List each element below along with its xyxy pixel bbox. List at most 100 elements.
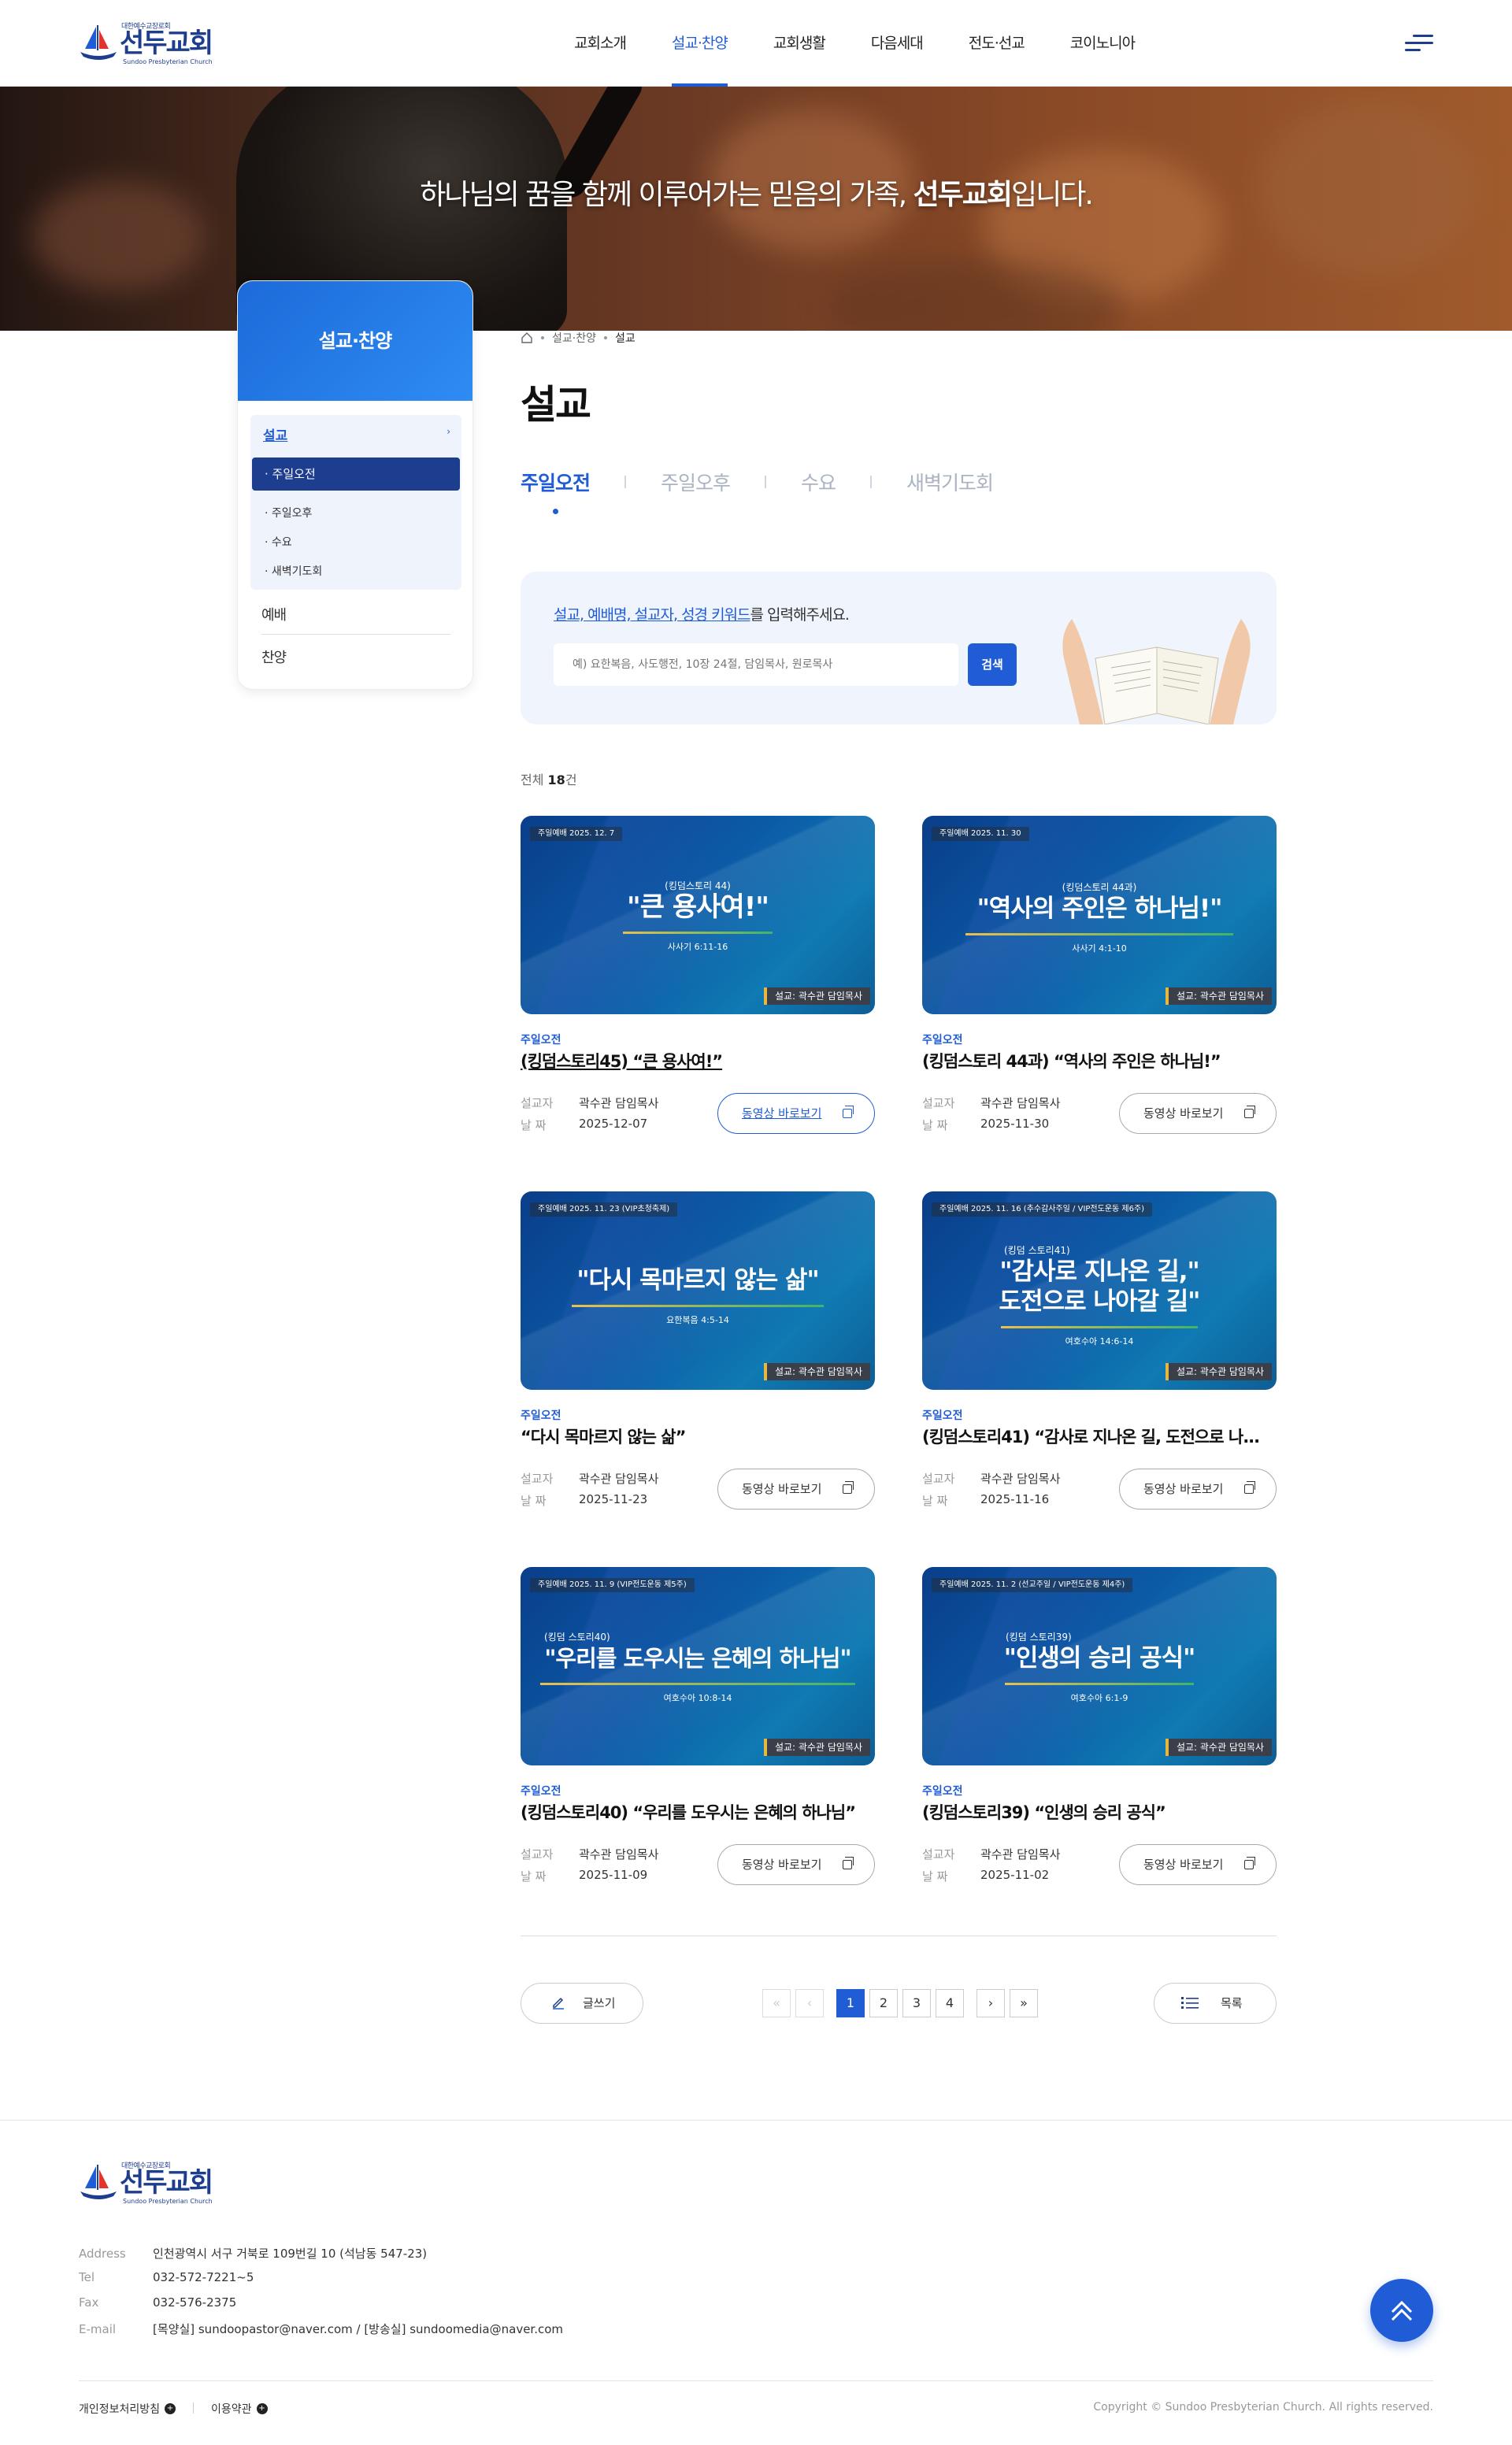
site-header: 대한예수교장로회 선두교회 Sundoo Presbyterian Church…: [0, 0, 1512, 87]
sermon-card[interactable]: 주일예배 2025. 11. 9 (VIP전도운동 제5주) (킹덤 스토리40…: [521, 1567, 875, 1891]
plus-icon: +: [165, 2403, 176, 2414]
thumb-verse: 여호수아 10:8-14: [663, 1693, 732, 1703]
sermon-thumbnail[interactable]: 주일예배 2025. 11. 16 (추수감사주일 / VIP전도운동 제6주)…: [922, 1191, 1277, 1390]
last-page-button[interactable]: »: [1010, 1989, 1038, 2017]
search-button[interactable]: 검색: [968, 643, 1017, 686]
side-item-sermon[interactable]: 설교: [263, 424, 287, 444]
logo-english: Sundoo Presbyterian Church: [123, 58, 213, 65]
preacher-value: 곽수관 담임목사: [980, 1847, 1061, 1862]
site-logo[interactable]: 대한예수교장로회 선두교회 Sundoo Presbyterian Church: [79, 19, 213, 68]
nav-sermon[interactable]: 설교·찬양: [649, 0, 750, 87]
thumb-pastor: 설교: 곽수관 담임목사: [763, 987, 870, 1005]
page-button[interactable]: 4: [936, 1989, 964, 2017]
preacher-value: 곽수관 담임목사: [980, 1096, 1061, 1110]
date-label: 날 짜: [922, 1118, 948, 1132]
side-subitem-sunday-morning[interactable]: · 주일오전: [252, 458, 460, 491]
sermon-thumbnail[interactable]: 주일예배 2025. 12. 7 (킹덤스토리 44) "큰 용사여!" 사사기…: [521, 816, 875, 1014]
sermon-category: 주일오전: [922, 1034, 963, 1047]
thumb-title: "역사의 주인은 하나님!": [976, 895, 1223, 923]
next-page-button[interactable]: ›: [976, 1989, 1005, 2017]
watch-video-button[interactable]: 동영상 바로보기: [1119, 1469, 1277, 1510]
page-button[interactable]: 1: [836, 1989, 865, 2017]
date-value: 2025-11-09: [579, 1868, 648, 1882]
nav-about[interactable]: 교회소개: [551, 0, 649, 87]
privacy-policy-link[interactable]: 개인정보처리방침 +: [79, 2401, 176, 2417]
watch-video-button[interactable]: 동영상 바로보기: [717, 1469, 875, 1510]
sermon-title[interactable]: (킹덤스토리45) “큰 용사여!”: [521, 1049, 875, 1072]
side-subitem-wednesday[interactable]: · 수요: [265, 534, 292, 550]
list-button[interactable]: 목록: [1154, 1983, 1277, 2024]
sermon-thumbnail[interactable]: 주일예배 2025. 11. 2 (선교주일 / VIP전도운동 제4주) (킹…: [922, 1567, 1277, 1765]
nav-next-generation[interactable]: 다음세대: [848, 0, 946, 87]
logo-english: Sundoo Presbyterian Church: [123, 2198, 213, 2205]
side-item-worship[interactable]: 예배: [261, 604, 287, 624]
sermon-thumbnail[interactable]: 주일예배 2025. 11. 30 (킹덤스토리 44과) "역사의 주인은 하…: [922, 816, 1277, 1014]
preacher-value: 곽수관 담임목사: [980, 1472, 1061, 1486]
nav-church-life[interactable]: 교회생활: [750, 0, 848, 87]
page-button[interactable]: 3: [902, 1989, 931, 2017]
breadcrumb: 설교·찬양 설교: [521, 331, 636, 345]
sermon-tabs: 주일오전 주일오후 수요 새벽기도회: [521, 468, 994, 514]
first-page-button[interactable]: «: [762, 1989, 791, 2017]
side-subitem-sunday-afternoon[interactable]: · 주일오후: [265, 505, 312, 520]
tab-sunday-afternoon[interactable]: 주일오후: [661, 468, 731, 496]
page-button[interactable]: 2: [869, 1989, 898, 2017]
write-button[interactable]: 글쓰기: [521, 1983, 643, 2024]
prev-page-button[interactable]: ‹: [795, 1989, 824, 2017]
nav-koinonia[interactable]: 코이노니아: [1047, 0, 1158, 87]
copyright: Copyright © Sundoo Presbyterian Church. …: [1093, 2401, 1433, 2414]
pencil-icon: [553, 1997, 564, 2010]
side-divider: [261, 634, 450, 635]
watch-video-button[interactable]: 동영상 바로보기: [717, 1093, 875, 1134]
watch-video-button[interactable]: 동영상 바로보기: [1119, 1093, 1277, 1134]
side-menu: 설교·찬양 설교 › · 주일오전 · 주일오후 · 수요 · 새벽기도회 예배…: [237, 280, 473, 690]
thumb-date-badge: 주일예배 2025. 11. 23 (VIP초청축제): [530, 1202, 678, 1217]
footer-links: 개인정보처리방침 + 이용약관 +: [79, 2401, 285, 2417]
home-icon[interactable]: [521, 332, 533, 344]
sermon-card[interactable]: 주일예배 2025. 11. 30 (킹덤스토리 44과) "역사의 주인은 하…: [922, 816, 1277, 1140]
sermon-title[interactable]: (킹덤스토리 44과) “역사의 주인은 하나님!”: [922, 1049, 1277, 1072]
sermon-title[interactable]: (킹덤스토리40) “우리를 도우시는 은혜의 하나님”: [521, 1800, 875, 1824]
thumb-pastor: 설교: 곽수관 담임목사: [1165, 1739, 1272, 1756]
footer-logo[interactable]: 대한예수교장로회 선두교회 Sundoo Presbyterian Church: [79, 2158, 213, 2207]
tab-wednesday[interactable]: 수요: [801, 468, 836, 496]
sermon-title[interactable]: (킹덤스토리41) “감사로 지나온 길, 도전으로 나...: [922, 1424, 1277, 1448]
search-box: 설교, 예배명, 설교자, 성경 키워드를 입력해주세요. 검색: [521, 572, 1277, 724]
search-input[interactable]: [554, 643, 958, 686]
sermon-card[interactable]: 주일예배 2025. 12. 7 (킹덤스토리 44) "큰 용사여!" 사사기…: [521, 816, 875, 1140]
external-window-icon: [843, 1857, 854, 1869]
thumb-series: (킹덤스토리 44): [665, 880, 731, 891]
hamburger-menu-icon[interactable]: [1403, 31, 1435, 55]
tab-dawn-prayer[interactable]: 새벽기도회: [906, 468, 994, 496]
sermon-title[interactable]: (킹덤스토리39) “인생의 승리 공식”: [922, 1800, 1277, 1824]
preacher-label: 설교자: [521, 1096, 554, 1110]
nav-mission[interactable]: 전도·선교: [946, 0, 1047, 87]
sermon-thumbnail[interactable]: 주일예배 2025. 11. 9 (VIP전도운동 제5주) (킹덤 스토리40…: [521, 1567, 875, 1765]
watch-video-button[interactable]: 동영상 바로보기: [717, 1844, 875, 1885]
bible-hands-illustration: [1062, 619, 1251, 724]
external-window-icon: [1244, 1106, 1255, 1118]
tab-sunday-morning[interactable]: 주일오전: [521, 468, 591, 514]
thumb-title: "감사로 지나온 길,": [999, 1258, 1199, 1286]
sermon-card[interactable]: 주일예배 2025. 11. 2 (선교주일 / VIP전도운동 제4주) (킹…: [922, 1567, 1277, 1891]
thumb-pastor: 설교: 곽수관 담임목사: [763, 1363, 870, 1380]
preacher-label: 설교자: [922, 1096, 955, 1110]
preacher-value: 곽수관 담임목사: [579, 1096, 659, 1110]
sermon-card[interactable]: 주일예배 2025. 11. 23 (VIP초청축제) "다시 목마르지 않는 …: [521, 1191, 875, 1516]
thumb-title: "우리를 도우시는 은혜의 하나님": [544, 1645, 851, 1672]
date-label: 날 짜: [521, 1118, 547, 1132]
date-value: 2025-12-07: [579, 1117, 648, 1131]
watch-video-button[interactable]: 동영상 바로보기: [1119, 1844, 1277, 1885]
breadcrumb-sermon-praise[interactable]: 설교·찬양: [552, 330, 596, 346]
sermon-card[interactable]: 주일예배 2025. 11. 16 (추수감사주일 / VIP전도운동 제6주)…: [922, 1191, 1277, 1516]
side-subitem-dawn-prayer[interactable]: · 새벽기도회: [265, 563, 322, 579]
side-menu-title: 설교·찬양: [238, 281, 472, 401]
thumb-verse: 사사기 6:11-16: [667, 942, 728, 952]
sermon-title[interactable]: “다시 목마르지 않는 삶”: [521, 1424, 875, 1448]
list-icon: [1181, 1997, 1199, 2009]
side-item-praise[interactable]: 찬양: [261, 646, 287, 667]
sermon-thumbnail[interactable]: 주일예배 2025. 11. 23 (VIP초청축제) "다시 목마르지 않는 …: [521, 1191, 875, 1390]
thumb-series: (킹덤 스토리40): [544, 1632, 610, 1643]
scroll-to-top-button[interactable]: [1370, 2279, 1433, 2342]
terms-link[interactable]: 이용약관 +: [211, 2401, 268, 2417]
